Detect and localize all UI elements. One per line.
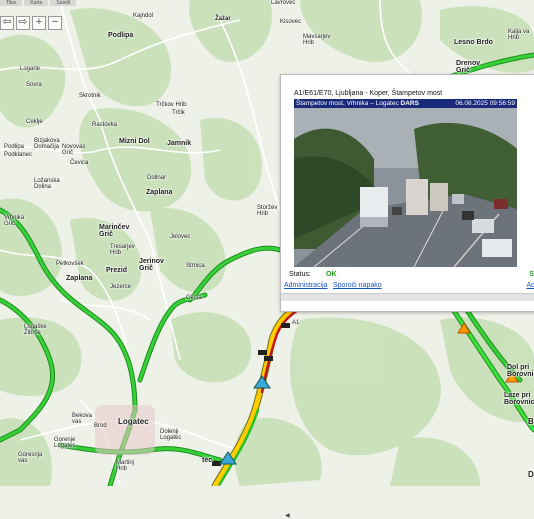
place-label-lesnobrdo: Lesno Brdo [454, 39, 493, 46]
place-label-zaplana2: Zaplana [66, 275, 93, 282]
map-toolbar[interactable]: ⇦ ⇨ + − [0, 16, 62, 30]
place-label-cevica: Čevica [70, 160, 89, 166]
camera-photo-icon [294, 99, 517, 267]
place-label-tresarjev: Tresarjev Hrib [110, 244, 135, 256]
place-label-podlipa2: Podlipa [4, 144, 25, 150]
map-type-tabs[interactable]: Tiles Karta Satelit [0, 0, 77, 6]
place-label-ceklje: Ceklje [26, 119, 43, 125]
place-label-kaljava: Kalja va Hrib [508, 29, 530, 41]
scroll-left-icon[interactable]: ◀ [285, 512, 290, 519]
forward-icon[interactable]: ⇨ [16, 16, 30, 30]
place-label-vrhnika: Vrhnika Grič [4, 215, 25, 227]
place-label-dolenji: Dolenji Logatec [160, 429, 182, 441]
status-label-cut: S [529, 271, 534, 278]
place-label-logatec: Logatec [118, 417, 149, 426]
camera-popup: A1/E61/E70, Ljubljana - Koper, Štampetov… [280, 74, 534, 519]
place-label-logarle: Logarle [20, 66, 41, 72]
popup-scrollbar[interactable]: ◀ [281, 293, 534, 519]
camera-caption-bar: Štampetov most, Vrhnika – Logatec DARS 0… [294, 99, 517, 108]
place-label-marincev: Marinčev Grič [99, 224, 130, 238]
camera-timestamp: 06.08.2025 09:56:59 [455, 100, 515, 107]
place-label-kisovec1: Kisovec [280, 19, 302, 25]
place-label-dolpri: Dol pri Borovnici [507, 364, 534, 378]
status-label: Status: [289, 271, 311, 278]
zoom-in-icon[interactable]: + [32, 16, 46, 30]
map-tab-0[interactable]: Tiles [0, 0, 23, 6]
place-label-trckov: Trčkov Hrib [156, 102, 187, 108]
status-value: OK [326, 271, 337, 278]
place-label-mizni: Mizni Dol [119, 138, 150, 145]
place-label-martinj: Martinj Hrib [116, 460, 135, 472]
admin-link[interactable]: Administracija [284, 282, 328, 289]
camera-caption: Štampetov most, Vrhnika – Logatec DARS [296, 100, 419, 107]
place-label-zaplana1: Zaplana [146, 189, 173, 196]
camera-image[interactable]: Štampetov most, Vrhnika – Logatec DARS 0… [294, 99, 517, 267]
place-label-sovra: Sovra [26, 82, 42, 88]
zoom-out-icon[interactable]: − [48, 16, 62, 30]
place-label-strnica: Strnica [186, 263, 205, 269]
place-label-podlipa: Podlipa [108, 32, 134, 39]
place-label-trcik: Trčik [172, 110, 185, 116]
place-label-bekova: Bekova vas [72, 413, 93, 425]
place-label-zazar: Žažar [215, 16, 231, 22]
place-label-storzev: Storžev Hrib [257, 205, 278, 217]
place-label-jerinov: Jerinov Grič [139, 258, 164, 272]
popup-title: A1/E61/E70, Ljubljana - Koper, Štampetov… [294, 90, 443, 97]
place-label-logaske: Logaške Žibrše [24, 324, 47, 336]
admin-link-cut[interactable]: Ad [526, 282, 534, 289]
place-label-goresnja: Goresnja vas [18, 452, 43, 464]
place-label-tec: tec [202, 457, 213, 464]
place-label-lavrovec: Lavrovec [271, 0, 296, 6]
place-label-kajndol: Kajndol [133, 13, 154, 19]
place-label-loznabrda: Ložanska Dolina [34, 178, 60, 190]
place-label-brod: Brod [94, 423, 107, 429]
map-tab-1[interactable]: Karta [24, 0, 49, 6]
map-tab-2[interactable]: Satelit [50, 0, 77, 6]
place-label-lazepri: Laze pri Borovnici [504, 392, 534, 406]
back-icon[interactable]: ⇦ [0, 16, 14, 30]
place-label-b_edge: B [528, 417, 534, 426]
place-label-jelovec: Jelovec [170, 234, 191, 240]
place-label-jamnik: Jamnik [167, 140, 192, 147]
place-label-drenov: Drenov Grič [456, 60, 481, 74]
place-label-petkovsek: Petkovšek [56, 261, 84, 267]
place-label-jezerce: Jezerce [110, 284, 132, 290]
place-label-bizjakova: Bizjakova Domačija [34, 138, 60, 150]
place-label-mavsarjev: Mavsarjev Hrib [303, 34, 331, 46]
place-label-cesta: Cesta [186, 295, 202, 301]
place-label-a1: A1 [292, 320, 300, 326]
place-label-rastovka: Rastovka [92, 122, 118, 128]
place-label-prezid: Prezid [106, 267, 128, 274]
place-label-d_edge: D [528, 470, 534, 479]
place-label-podklanec: Podklanec [4, 152, 33, 158]
place-label-gorenje: Gorenje Logatec [54, 437, 76, 449]
report-error-link[interactable]: Sporoči napako [333, 282, 382, 289]
place-label-skrotnik: Skrotnik [79, 93, 101, 99]
place-label-dolinar: Dolinar [147, 175, 167, 181]
place-label-novovas: Novovas Grič [62, 144, 86, 156]
